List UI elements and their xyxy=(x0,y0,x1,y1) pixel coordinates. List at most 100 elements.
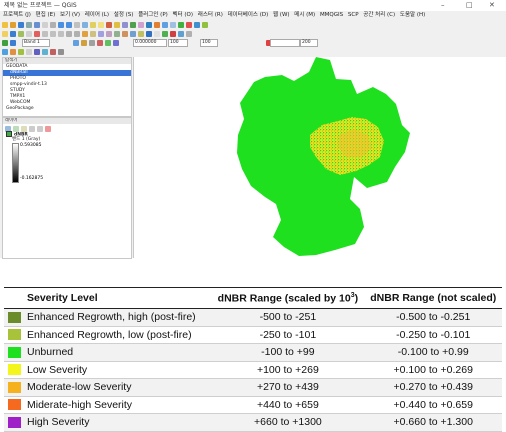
save-project-icon[interactable] xyxy=(18,21,24,28)
menu-help[interactable]: 도움말 (H) xyxy=(400,12,425,18)
band-select[interactable]: Band 1 xyxy=(22,39,50,47)
measure-icon[interactable] xyxy=(138,21,144,28)
zoom-layer-icon[interactable] xyxy=(82,21,88,28)
text-annotation-icon[interactable] xyxy=(170,21,176,28)
add-postgis-icon[interactable] xyxy=(42,48,48,55)
label-show-icon[interactable] xyxy=(98,30,104,37)
plugin-icon-a[interactable] xyxy=(178,21,184,28)
font-select[interactable] xyxy=(270,39,300,47)
sum-icon[interactable] xyxy=(146,21,152,28)
snapping-icon[interactable] xyxy=(138,30,144,37)
minimize-button[interactable]: – xyxy=(441,0,445,11)
scale-value-field[interactable]: 100 xyxy=(168,39,188,47)
opacity-value-field[interactable]: 100 xyxy=(200,39,218,47)
label-change-icon[interactable] xyxy=(122,30,128,37)
menu-mesh[interactable]: 메시 (M) xyxy=(294,12,315,18)
plugin-icon-c[interactable] xyxy=(194,21,200,28)
menu-layer[interactable]: 레이어 (L) xyxy=(85,12,109,18)
delete-selected-icon[interactable] xyxy=(34,30,40,37)
vertex-tool-icon[interactable] xyxy=(26,30,32,37)
label-move-icon[interactable] xyxy=(106,30,112,37)
scp-icon[interactable] xyxy=(146,30,152,37)
menu-database[interactable]: 데이터베이스 (D) xyxy=(228,12,269,18)
scp-input-icon[interactable] xyxy=(10,39,16,46)
plugin-icon-d[interactable] xyxy=(202,21,208,28)
color-swatch xyxy=(7,399,21,411)
scp-roi-draw-icon[interactable] xyxy=(97,39,104,46)
refresh-icon[interactable] xyxy=(90,21,96,28)
menu-view[interactable]: 보기 (V) xyxy=(60,12,80,18)
copy-icon[interactable] xyxy=(50,30,56,37)
label-pin-icon[interactable] xyxy=(90,30,96,37)
menu-settings[interactable]: 설정 (S) xyxy=(114,12,134,18)
scp-rgb-icon[interactable] xyxy=(81,39,88,46)
map-tips-icon[interactable] xyxy=(154,21,160,28)
scp-refresh-icon[interactable] xyxy=(89,39,96,46)
add-vector-icon[interactable] xyxy=(2,48,8,55)
attribute-table-icon[interactable] xyxy=(114,21,120,28)
menu-mmqgis[interactable]: MMQGIS xyxy=(320,12,343,18)
add-delimited-icon[interactable] xyxy=(26,48,32,55)
menu-vector[interactable]: 벡터 (O) xyxy=(173,12,194,18)
open-project-icon[interactable] xyxy=(10,21,16,28)
plugin-icon-b[interactable] xyxy=(186,21,192,28)
menu-raster[interactable]: 래스터 (R) xyxy=(198,12,223,18)
redo-icon[interactable] xyxy=(74,30,80,37)
field-calc-icon[interactable] xyxy=(122,21,128,28)
print-layout-icon[interactable] xyxy=(26,21,32,28)
select-icon[interactable] xyxy=(106,21,112,28)
zoom-in-icon[interactable] xyxy=(58,21,64,28)
menu-edit[interactable]: 편집 (E) xyxy=(36,12,56,18)
map-canvas[interactable] xyxy=(133,57,506,258)
scp-roi-add-icon[interactable] xyxy=(105,39,112,46)
zoom-full-icon[interactable] xyxy=(74,21,80,28)
new-project-icon[interactable] xyxy=(2,21,8,28)
maximize-button[interactable]: □ xyxy=(466,0,473,11)
scp-band-icon[interactable] xyxy=(162,30,168,37)
identify-icon[interactable] xyxy=(98,21,104,28)
more-tools-icon[interactable] xyxy=(186,30,192,37)
cut-icon[interactable] xyxy=(42,30,48,37)
label-rotate-icon[interactable] xyxy=(114,30,120,37)
add-spatialite-icon[interactable] xyxy=(34,48,40,55)
add-wms-icon[interactable] xyxy=(50,48,56,55)
paste-icon[interactable] xyxy=(58,30,64,37)
digitize-icon[interactable] xyxy=(130,30,136,37)
menu-processing[interactable]: 공간 처리 (C) xyxy=(363,12,395,18)
close-button[interactable]: ✕ xyxy=(489,0,495,11)
menu-scp[interactable]: SCP xyxy=(348,12,359,18)
browser-item[interactable]: GeoPackage xyxy=(3,106,131,112)
menu-plugins[interactable]: 플러그인 (P) xyxy=(138,12,168,18)
layout-manager-icon[interactable] xyxy=(34,21,40,28)
scp-settings-icon[interactable] xyxy=(178,30,184,37)
label-icon[interactable] xyxy=(82,30,88,37)
save-edits-icon[interactable] xyxy=(10,30,16,37)
pan-icon[interactable] xyxy=(42,21,48,28)
scp-main-icon[interactable] xyxy=(2,39,8,46)
zoom-value-field[interactable]: 0.000000 xyxy=(133,39,167,47)
add-mesh-icon[interactable] xyxy=(18,48,24,55)
window-title: 제목 없는 프로젝트 — QGIS xyxy=(4,2,77,9)
add-wfs-icon[interactable] xyxy=(58,48,64,55)
menu-web[interactable]: 웹 (W) xyxy=(273,12,290,18)
raw-range: +0.270 to +0.439 xyxy=(364,378,502,397)
collapse-all-icon[interactable] xyxy=(37,125,43,132)
scp-preview-icon[interactable] xyxy=(170,30,176,37)
add-feature-icon[interactable] xyxy=(18,30,24,37)
statistics-icon[interactable] xyxy=(130,21,136,28)
expand-all-icon[interactable] xyxy=(29,125,35,132)
scp-roi-icon[interactable] xyxy=(154,30,160,37)
bookmark-icon[interactable] xyxy=(162,21,168,28)
add-raster-icon[interactable] xyxy=(10,48,16,55)
size-field[interactable]: 200 xyxy=(300,39,318,47)
edit-pencil-icon[interactable] xyxy=(2,30,8,37)
scp-zoom-icon[interactable] xyxy=(73,39,80,46)
zoom-out-icon[interactable] xyxy=(66,21,72,28)
severity-name: Low Severity xyxy=(24,361,212,379)
color-swatch xyxy=(7,329,21,341)
menu-project[interactable]: 프로젝트 (J) xyxy=(3,12,31,18)
scp-classify-icon[interactable] xyxy=(113,39,120,46)
undo-icon[interactable] xyxy=(66,30,72,37)
pan-to-selection-icon[interactable] xyxy=(50,21,56,28)
remove-layer-icon[interactable] xyxy=(45,125,51,132)
